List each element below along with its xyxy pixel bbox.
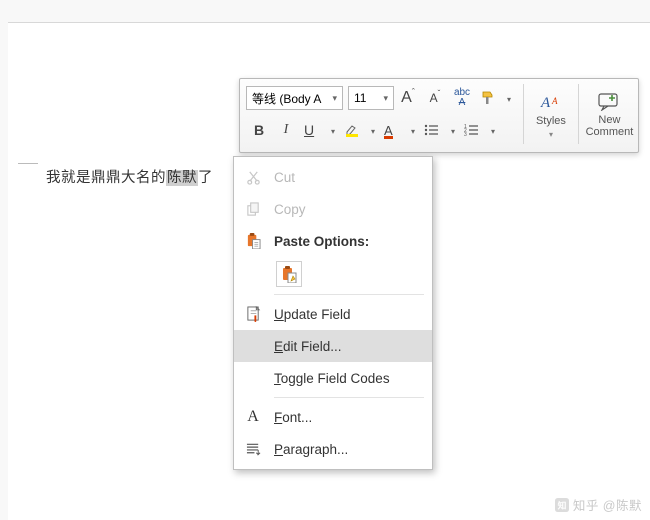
menu-label: Copy [274,202,306,217]
document-page: 我就是鼎鼎大名的陈默了 等线 (Body A ▾ 11 ▾ Aˆ Aˇ abcA [8,22,650,520]
font-name-value: 等线 (Body A [252,90,321,107]
chevron-down-icon: ▾ [411,127,415,136]
svg-text:3: 3 [464,132,467,137]
separator [523,84,524,144]
chevron-down-icon: ▾ [383,93,388,104]
menu-item-cut: Cut [234,161,432,193]
menu-header-paste-options: Paste Options: [234,225,432,257]
bold-button[interactable]: B [246,116,272,144]
paragraph-icon [244,440,262,458]
menu-label: Font... [274,410,312,425]
margin-marker-line [18,163,38,164]
separator [274,397,424,398]
font-name-combo[interactable]: 等线 (Body A ▾ [246,86,343,110]
format-painter-icon [480,90,496,106]
menu-item-edit-field[interactable]: Edit Field... [234,330,432,362]
menu-item-copy: Copy [234,193,432,225]
menu-label: Update Field [274,307,351,322]
watermark: 知知乎 @陈默 [555,495,642,514]
svg-text:A: A [540,95,551,111]
font-size-combo[interactable]: 11 ▾ [348,86,394,110]
menu-item-font[interactable]: A Font... [234,401,432,433]
new-comment-label-2: Comment [586,126,634,138]
highlight-icon [344,122,360,138]
menu-label: Cut [274,170,295,185]
mini-toolbar: 等线 (Body A ▾ 11 ▾ Aˆ Aˇ abcA ▾ B [239,78,639,153]
chevron-down-icon: ▾ [491,127,495,136]
underline-label: U [304,122,314,138]
new-comment-label-1: New [586,114,634,126]
new-comment-button[interactable]: New Comment [581,79,638,152]
copy-icon [244,200,262,218]
styles-icon: AA [540,92,562,112]
paste-icon [244,232,262,250]
format-painter-button[interactable]: ▾ [476,84,515,112]
context-menu: Cut Copy Paste Options: Update Field [233,156,433,470]
paste-keep-formatting-button[interactable] [276,261,302,287]
chevron-down-icon: ▾ [331,127,335,136]
text-run[interactable]: 了 [198,170,213,186]
svg-text:A: A [551,96,558,106]
separator [578,84,579,144]
menu-label: Toggle Field Codes [274,371,390,386]
chevron-down-icon: ▾ [332,93,337,104]
bullets-button[interactable]: ▾ [420,116,459,144]
text-run[interactable]: 我就是鼎鼎大名的 [46,170,166,186]
font-icon: A [244,408,262,426]
bullets-icon [424,123,440,137]
separator [274,294,424,295]
font-color-button[interactable]: A ▾ [380,116,419,144]
document-body-text[interactable]: 我就是鼎鼎大名的陈默了 [46,166,213,187]
numbering-icon: 123 [464,123,480,137]
paste-option-row [234,257,432,291]
menu-label: Edit Field... [274,339,342,354]
chevron-down-icon: ▾ [549,130,553,139]
menu-item-update-field[interactable]: Update Field [234,298,432,330]
numbering-button[interactable]: 123 ▾ [460,116,499,144]
chevron-down-icon: ▾ [371,127,375,136]
phonetic-guide-button[interactable]: abcA [449,84,475,112]
menu-label: Paste Options: [274,234,369,249]
menu-item-toggle-field-codes[interactable]: Toggle Field Codes [234,362,432,394]
menu-item-paragraph[interactable]: Paragraph... [234,433,432,465]
clipboard-icon [281,266,297,283]
menu-label: Paragraph... [274,442,348,457]
grow-font-button[interactable]: Aˆ [395,84,421,112]
chevron-down-icon: ▾ [451,127,455,136]
svg-text:知: 知 [557,500,566,511]
update-field-icon [244,305,262,323]
styles-button[interactable]: AA Styles ▾ [526,79,576,152]
shrink-font-button[interactable]: Aˇ [422,84,448,112]
italic-button[interactable]: I [273,116,299,144]
styles-label: Styles [536,115,566,127]
new-comment-icon [598,93,620,111]
chevron-down-icon: ▾ [507,95,511,104]
font-size-value: 11 [354,91,366,105]
selected-field-text[interactable]: 陈默 [166,170,198,186]
underline-button[interactable]: U ▾ [300,116,339,144]
highlight-button[interactable]: ▾ [340,116,379,144]
cut-icon [244,168,262,186]
zhihu-icon: 知 [555,498,569,512]
blank-icon [244,337,262,355]
mini-toolbar-main: 等线 (Body A ▾ 11 ▾ Aˆ Aˇ abcA ▾ B [240,79,521,152]
blank-icon [244,369,262,387]
